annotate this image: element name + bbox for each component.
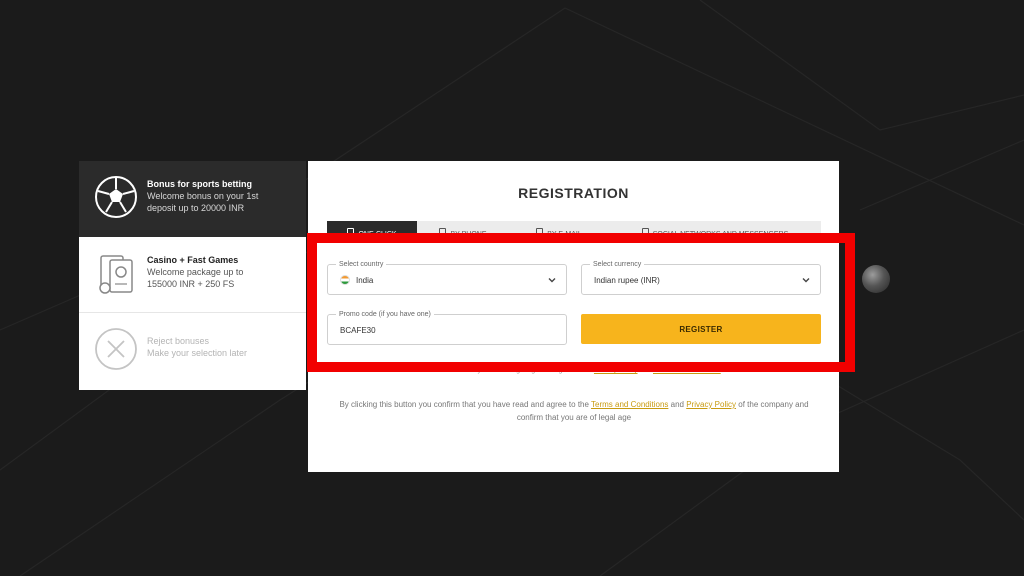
- bonus-reject[interactable]: Reject bonuses Make your selection later: [79, 313, 306, 390]
- soccer-ball-icon: [95, 176, 137, 218]
- bonus-sports-betting[interactable]: Bonus for sports betting Welcome bonus o…: [79, 161, 306, 237]
- terms-text: By clicking this button you confirm that…: [339, 400, 809, 422]
- privacy-policy-link[interactable]: Privacy Policy: [686, 400, 736, 409]
- decorative-orb: [862, 265, 890, 293]
- bonus-title: Reject bonuses: [147, 336, 210, 346]
- bonus-line: 155000 INR + 250 FS: [147, 279, 235, 289]
- close-circle-icon: [95, 328, 137, 370]
- highlight-box: [307, 233, 855, 372]
- bonus-title: Bonus for sports betting: [147, 179, 252, 189]
- bonus-line: deposit up to 20000 INR: [147, 203, 245, 213]
- casino-chips-icon: [99, 255, 133, 294]
- terms-and-conditions-link[interactable]: Terms and Conditions: [591, 400, 668, 409]
- bonus-title: Casino + Fast Games: [147, 255, 239, 265]
- bonus-line: Welcome package up to: [147, 267, 244, 277]
- bonus-line: Make your selection later: [147, 348, 248, 358]
- bonus-line: Welcome bonus on your 1st: [147, 191, 259, 201]
- bonus-casino-fast-games[interactable]: Casino + Fast Games Welcome package up t…: [79, 237, 306, 313]
- bonus-panel: Bonus for sports betting Welcome bonus o…: [79, 161, 306, 390]
- page-title: REGISTRATION: [518, 185, 629, 201]
